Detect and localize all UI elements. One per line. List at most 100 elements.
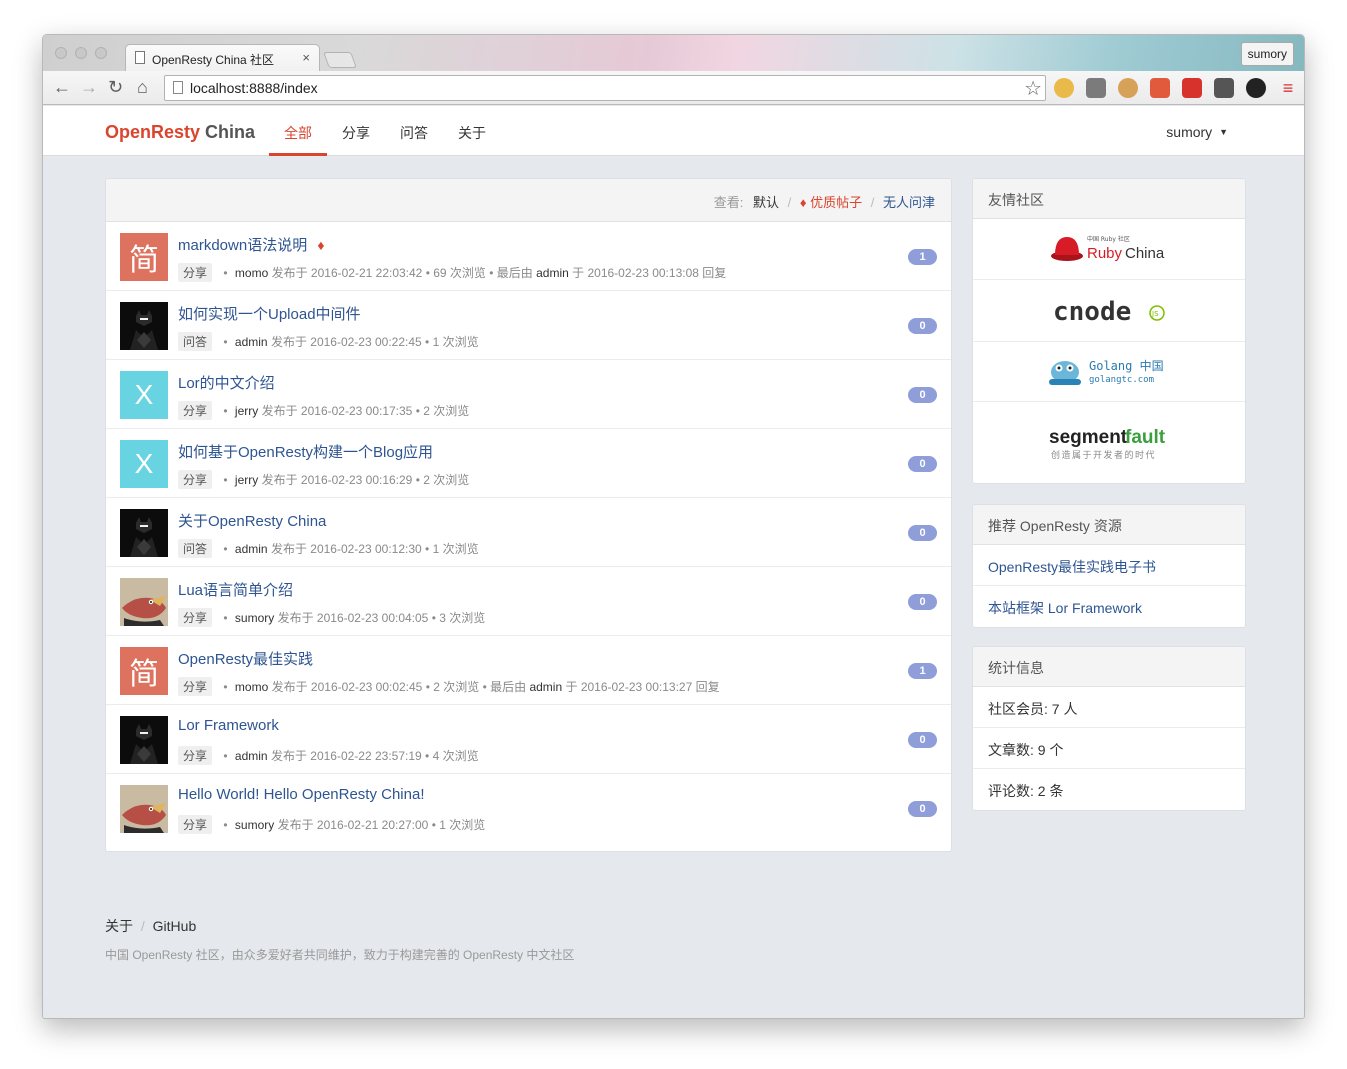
topic-row: Hello World! Hello OpenResty China! 分享 •…: [106, 774, 951, 843]
topic-title-text: OpenResty最佳实践: [178, 651, 314, 668]
topic-title[interactable]: Hello World! Hello OpenResty China!: [178, 786, 425, 803]
topic-title[interactable]: 如何基于OpenResty构建一个Blog应用: [178, 441, 433, 462]
resources-title: 推荐 OpenResty 资源: [973, 505, 1245, 545]
footer-about-link[interactable]: 关于: [105, 918, 133, 934]
topic-title[interactable]: 关于OpenResty China: [178, 510, 326, 531]
topic-title[interactable]: Lor的中文介绍: [178, 372, 275, 393]
nav-tab-qa[interactable]: 问答: [400, 123, 428, 143]
batman-avatar-image: [120, 302, 168, 350]
user-avatar[interactable]: [120, 302, 168, 350]
segmentfault-logo[interactable]: segment fault 创造属于开发者的时代: [973, 402, 1245, 483]
topic-title-text: 关于OpenResty China: [178, 513, 327, 530]
topic-author[interactable]: sumory: [235, 818, 274, 832]
user-avatar[interactable]: [120, 785, 168, 833]
friends-panel: 友情社区 中国 Ruby 社区 Ruby China cnode JS Gola…: [972, 178, 1246, 484]
topic-tag[interactable]: 问答: [178, 539, 213, 558]
topic-author[interactable]: admin: [235, 335, 268, 349]
extension-cookie-icon[interactable]: [1118, 78, 1138, 98]
cnode-logo[interactable]: cnode JS: [973, 280, 1245, 342]
topic-title[interactable]: Lua语言简单介绍: [178, 579, 293, 600]
topic-meta: 分享 • sumory 发布于 2016-02-23 00:04:05 • 3 …: [178, 608, 485, 627]
topic-author[interactable]: jerry: [235, 404, 258, 418]
filter-unanswered[interactable]: 无人问津: [883, 195, 935, 210]
back-icon[interactable]: ←: [53, 78, 71, 96]
user-avatar[interactable]: X: [120, 371, 168, 419]
topic-publish-info: 发布于 2016-02-23 00:16:29 • 2 次浏览: [261, 473, 470, 487]
topic-meta: 问答 • admin 发布于 2016-02-23 00:22:45 • 1 次…: [178, 332, 479, 351]
extension-fe-icon[interactable]: [1182, 78, 1202, 98]
filter-bar: 查看: 默认 / ♦ 优质帖子 / 无人问津: [106, 179, 951, 222]
menu-icon[interactable]: ≡: [1278, 78, 1298, 98]
topic-tag[interactable]: 分享: [178, 815, 213, 834]
bookmark-star-icon[interactable]: ☆: [1024, 76, 1042, 101]
segmentfault-segment-text: segment: [1049, 427, 1128, 448]
minimize-window-button[interactable]: [75, 47, 87, 59]
tab-close-icon[interactable]: ×: [302, 50, 310, 65]
zoom-window-button[interactable]: [95, 47, 107, 59]
topic-author[interactable]: momo: [235, 680, 268, 694]
user-menu-name: sumory: [1166, 124, 1213, 140]
filter-default[interactable]: 默认: [753, 195, 779, 210]
cnode-js-text: JS: [1151, 310, 1159, 318]
user-avatar[interactable]: [120, 716, 168, 764]
topic-author[interactable]: jerry: [235, 473, 258, 487]
topic-author[interactable]: admin: [235, 749, 268, 763]
close-window-button[interactable]: [55, 47, 67, 59]
extension-leaf-icon[interactable]: [1086, 78, 1106, 98]
topic-last-replier[interactable]: admin: [536, 266, 569, 280]
extension-color-icon[interactable]: [1246, 78, 1266, 98]
meta-dot: •: [223, 749, 228, 763]
topic-author[interactable]: sumory: [235, 611, 274, 625]
nav-tab-share[interactable]: 分享: [342, 123, 370, 143]
extension-face-icon[interactable]: [1054, 78, 1074, 98]
topic-title[interactable]: OpenResty最佳实践: [178, 648, 313, 669]
avatar-text: 简: [129, 657, 159, 692]
brand-china: China: [205, 122, 256, 142]
footer-github-link[interactable]: GitHub: [153, 918, 197, 934]
ruby-china-logo[interactable]: 中国 Ruby 社区 Ruby China: [973, 219, 1245, 280]
user-avatar[interactable]: X: [120, 440, 168, 488]
reply-count-badge: 0: [908, 594, 937, 610]
nav-tab-all[interactable]: 全部: [284, 123, 312, 143]
topic-last-replier[interactable]: admin: [529, 680, 562, 694]
home-icon[interactable]: ⌂: [137, 78, 148, 96]
topic-tag[interactable]: 分享: [178, 401, 213, 420]
topic-tag[interactable]: 分享: [178, 608, 213, 627]
extension-bookmark-icon[interactable]: [1150, 78, 1170, 98]
site-brand[interactable]: OpenResty China: [105, 122, 255, 143]
meta-dot: •: [223, 611, 228, 625]
topic-publish-info: 发布于 2016-02-21 22:03:42 • 69 次浏览 • 最后由: [271, 266, 533, 280]
user-menu[interactable]: sumory ▼: [1166, 124, 1228, 140]
topic-tag[interactable]: 分享: [178, 677, 213, 696]
user-avatar[interactable]: [120, 509, 168, 557]
topic-row: X Lor的中文介绍 分享 • jerry 发布于 2016-02-23 00:…: [106, 360, 951, 429]
user-avatar[interactable]: 简: [120, 233, 168, 281]
topic-title[interactable]: markdown语法说明 ♦: [178, 234, 325, 255]
filter-quality[interactable]: ♦ 优质帖子: [800, 195, 866, 210]
forward-icon[interactable]: →: [80, 78, 98, 96]
resource-link-lor[interactable]: 本站框架 Lor Framework: [973, 586, 1245, 627]
topic-title[interactable]: Lor Framework: [178, 717, 279, 734]
meta-dot: •: [223, 266, 228, 280]
topic-tag[interactable]: 分享: [178, 263, 213, 282]
extension-pocket-icon[interactable]: [1214, 78, 1234, 98]
topic-title[interactable]: 如何实现一个Upload中间件: [178, 303, 361, 324]
reload-icon[interactable]: ↻: [108, 78, 123, 96]
topic-reply-info: 于 2016-02-23 00:13:27 回复: [565, 680, 720, 694]
topic-reply-info: 于 2016-02-23 00:13:08 回复: [572, 266, 727, 280]
golang-china-logo[interactable]: Golang 中国 golangtc.com: [973, 342, 1245, 402]
topic-tag[interactable]: 分享: [178, 470, 213, 489]
new-tab-button[interactable]: [323, 52, 357, 68]
topic-author[interactable]: momo: [235, 266, 268, 280]
browser-tab[interactable]: OpenResty China 社区 ×: [125, 44, 320, 71]
topic-tag[interactable]: 分享: [178, 746, 213, 765]
user-avatar[interactable]: [120, 578, 168, 626]
profile-button[interactable]: sumory: [1240, 42, 1294, 66]
topic-tag[interactable]: 问答: [178, 332, 213, 351]
nav-tab-about[interactable]: 关于: [458, 123, 486, 143]
address-bar[interactable]: localhost:8888/index ☆: [164, 75, 1046, 101]
stat-comments: 评论数: 2 条: [988, 783, 1064, 799]
user-avatar[interactable]: 简: [120, 647, 168, 695]
resource-link-ebook[interactable]: OpenResty最佳实践电子书: [973, 545, 1245, 586]
topic-author[interactable]: admin: [235, 542, 268, 556]
